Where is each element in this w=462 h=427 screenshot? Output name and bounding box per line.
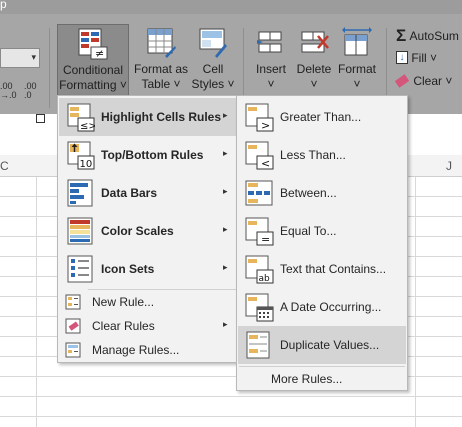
delete-label: Delete	[296, 62, 332, 76]
column-header-j[interactable]: J	[446, 159, 452, 173]
color-scales-icon	[67, 217, 93, 245]
svg-text:=: =	[261, 233, 270, 246]
submenu-arrow-icon: ▸	[223, 319, 228, 329]
svg-text:≤>: ≤>	[80, 121, 95, 132]
insert-label: Insert	[255, 62, 286, 76]
menu-item-clear-rules[interactable]: Clear Rules ▸	[59, 314, 237, 338]
submenu-item-greater-than[interactable]: > Greater Than...	[238, 98, 406, 136]
submenu-arrow-icon: ▸	[223, 148, 228, 158]
new-rule-icon	[65, 294, 81, 310]
clear-button[interactable]: Clear ˅	[394, 73, 453, 93]
between-icon	[245, 180, 273, 206]
format-label: Format	[337, 62, 376, 76]
highlight-cells-rules-icon: ≤>	[67, 103, 95, 132]
menu-item-label: Data Bars	[101, 186, 158, 200]
conditional-formatting-icon: ≠	[78, 28, 108, 60]
submenu-item-label: More Rules...	[271, 372, 343, 386]
icon-sets-icon	[67, 255, 93, 283]
submenu-item-less-than[interactable]: < Less Than...	[238, 136, 406, 174]
decrease-decimal-icon[interactable]: .00 →.0	[0, 82, 17, 100]
submenu-item-label: A Date Occurring...	[280, 300, 382, 314]
menu-item-highlight-cells-rules[interactable]: ≤> Highlight Cells Rules ▸	[59, 98, 237, 136]
insert-cells-icon	[257, 31, 282, 53]
delete-dropdown-label: ˅	[310, 77, 318, 91]
cell-styles-label-2: Styles ˅	[191, 77, 235, 91]
top-bottom-rules-icon: 10	[67, 141, 95, 170]
svg-text:<: <	[261, 157, 270, 170]
menu-item-label: Icon Sets	[101, 262, 155, 276]
column-header-c[interactable]: C	[0, 159, 9, 173]
svg-text:10: 10	[80, 159, 93, 170]
text-contains-icon: ab	[245, 255, 274, 284]
submenu-item-date-occurring[interactable]: A Date Occurring...	[238, 288, 406, 326]
clear-rules-icon	[65, 318, 81, 334]
format-as-table-label-1: Format as	[133, 62, 188, 76]
delete-cells-icon	[301, 31, 329, 53]
increase-decimal-icon[interactable]: .00 .0	[24, 82, 37, 100]
sigma-icon: Σ	[396, 26, 407, 45]
conditional-formatting-menu: ≤> Highlight Cells Rules ▸ 10 Top/Bottom…	[57, 95, 239, 363]
submenu-arrow-icon: ▸	[223, 110, 228, 120]
fill-button[interactable]: ↓ Fill ˅	[396, 50, 437, 70]
conditional-formatting-label-2: Formatting ˅	[59, 78, 127, 92]
autosum-button[interactable]: Σ AutoSum	[396, 26, 459, 46]
submenu-item-text-contains[interactable]: ab Text that Contains...	[238, 250, 406, 288]
data-bars-icon	[67, 179, 93, 207]
conditional-formatting-label-1: Conditional	[62, 63, 124, 77]
submenu-item-label: Greater Than...	[280, 110, 362, 124]
greater-than-icon: >	[245, 103, 274, 132]
menu-item-new-rule[interactable]: New Rule...	[59, 290, 237, 314]
chevron-down-icon[interactable]: ▾	[31, 52, 36, 63]
menu-item-color-scales[interactable]: Color Scales ▸	[59, 212, 237, 250]
submenu-arrow-icon: ▸	[223, 262, 228, 272]
manage-rules-icon	[65, 342, 81, 358]
submenu-item-duplicate-values[interactable]: Duplicate Values...	[238, 326, 406, 364]
equal-to-icon: =	[245, 217, 274, 246]
submenu-item-label: Text that Contains...	[280, 262, 387, 276]
menu-item-icon-sets[interactable]: Icon Sets ▸	[59, 250, 237, 288]
format-as-table-label-2: Table ˅	[141, 77, 181, 91]
submenu-item-equal-to[interactable]: = Equal To...	[238, 212, 406, 250]
clear-label: Clear ˅	[413, 73, 453, 88]
less-than-icon: <	[245, 141, 274, 170]
submenu-arrow-icon: ▸	[223, 224, 228, 234]
menu-item-label: Highlight Cells Rules	[101, 110, 222, 124]
cell-styles-label-1: Cell	[202, 62, 224, 76]
svg-text:ab: ab	[259, 274, 271, 284]
number-format-combo[interactable]: ▾	[0, 48, 40, 68]
eraser-icon	[394, 74, 410, 88]
svg-text:≠: ≠	[95, 47, 104, 60]
menu-item-manage-rules[interactable]: Manage Rules...	[59, 338, 237, 362]
menu-item-data-bars[interactable]: Data Bars ▸	[59, 174, 237, 212]
svg-text:>: >	[261, 119, 270, 132]
submenu-item-between[interactable]: Between...	[238, 174, 406, 212]
menu-item-label: Top/Bottom Rules	[101, 148, 204, 162]
fill-label: Fill ˅	[411, 50, 438, 65]
duplicate-values-icon	[246, 331, 270, 359]
date-occurring-icon	[245, 293, 274, 322]
menu-item-label: New Rule...	[92, 295, 155, 309]
insert-dropdown-label: ˅	[267, 77, 275, 91]
cell-styles-icon	[199, 28, 227, 58]
menu-item-label: Color Scales	[101, 224, 174, 238]
format-cells-icon	[342, 27, 372, 56]
highlight-cells-rules-submenu: > Greater Than... < Less Than... Between…	[236, 95, 408, 391]
window-title-fragment: p	[0, 0, 7, 11]
format-dropdown-label: ˅	[353, 77, 361, 91]
submenu-item-label: Between...	[280, 186, 337, 200]
format-as-table-icon	[147, 28, 176, 58]
dialog-launcher-icon[interactable]	[36, 114, 45, 123]
submenu-item-more-rules[interactable]: More Rules...	[238, 367, 406, 391]
title-bar: p	[0, 0, 462, 14]
menu-item-top-bottom-rules[interactable]: 10 Top/Bottom Rules ▸	[59, 136, 237, 174]
menu-item-label: Clear Rules	[92, 319, 155, 333]
submenu-item-label: Duplicate Values...	[280, 338, 380, 352]
autosum-label: AutoSum	[409, 29, 459, 43]
submenu-item-label: Less Than...	[280, 148, 346, 162]
submenu-item-label: Equal To...	[280, 224, 337, 238]
group-divider	[49, 28, 50, 108]
menu-item-label: Manage Rules...	[92, 343, 180, 357]
submenu-arrow-icon: ▸	[223, 186, 228, 196]
fill-down-icon: ↓	[396, 51, 408, 65]
